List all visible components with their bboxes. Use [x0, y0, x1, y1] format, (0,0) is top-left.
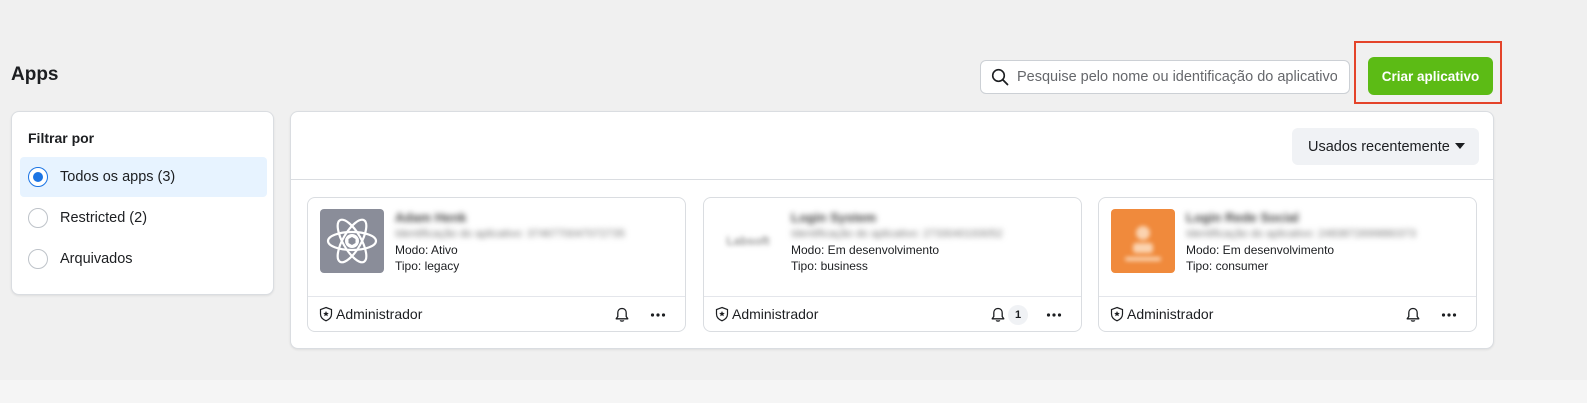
bell-icon[interactable] — [1404, 306, 1422, 324]
role-label: Administrador — [1109, 306, 1213, 322]
app-mode: Modo: Em desenvolvimento — [1186, 243, 1335, 257]
app-info: Adam Henk Identificação do aplicativo: 3… — [395, 210, 675, 274]
app-name: Login Rede Social — [1186, 210, 1299, 225]
sort-dropdown[interactable]: Usados recentemente — [1292, 128, 1479, 165]
page-footer-band — [0, 380, 1587, 403]
app-logo: Labsoft — [726, 234, 770, 248]
divider — [291, 179, 1493, 180]
more-options-icon[interactable] — [649, 306, 667, 324]
filter-title: Filtrar por — [28, 130, 95, 146]
notification-count-badge: 1 — [1008, 305, 1028, 325]
app-card-footer: Administrador — [1099, 297, 1476, 332]
radio-unselected[interactable] — [28, 249, 48, 269]
app-id: Identificação do aplicativo: 24838726998… — [1186, 228, 1416, 240]
bell-icon[interactable] — [613, 306, 631, 324]
filter-option-label: Todos os apps (3) — [60, 169, 176, 185]
bell-icon[interactable] — [989, 306, 1007, 324]
app-name: Login System — [791, 210, 877, 225]
role-text: Administrador — [1127, 306, 1214, 322]
app-card[interactable]: Login Rede Social Identificação do aplic… — [1098, 197, 1477, 332]
role-label: Administrador — [318, 306, 422, 322]
role-label: Administrador — [714, 306, 818, 322]
app-name: Adam Henk — [395, 210, 467, 225]
more-options-icon[interactable] — [1440, 306, 1458, 324]
apps-dashboard: Apps Criar aplicativo Filtrar por Todos … — [0, 0, 1587, 403]
search-icon — [991, 68, 1009, 86]
app-thumbnail — [320, 209, 384, 273]
shield-icon — [714, 306, 730, 322]
filter-option-restricted[interactable]: Restricted (2) — [20, 198, 267, 238]
shield-icon — [1109, 306, 1125, 322]
sort-label: Usados recentemente — [1308, 138, 1450, 155]
app-card[interactable]: Adam Henk Identificação do aplicativo: 3… — [307, 197, 686, 332]
filter-option-label: Arquivados — [60, 251, 133, 267]
role-text: Administrador — [732, 306, 819, 322]
app-card-footer: Administrador — [308, 297, 685, 332]
app-thumbnail: Labsoft — [716, 209, 780, 273]
filter-option-label: Restricted (2) — [60, 210, 148, 226]
app-type: Tipo: legacy — [395, 259, 460, 273]
app-mode: Modo: Ativo — [395, 243, 458, 257]
app-info: Login System Identificação do aplicativo… — [791, 210, 1071, 274]
search-box[interactable] — [980, 60, 1350, 94]
app-id: Identificação do aplicativo: 27330401930… — [791, 228, 1003, 240]
app-logo-icon — [1125, 226, 1161, 261]
filter-option-all-apps[interactable]: Todos os apps (3) — [20, 157, 267, 197]
app-type: Tipo: consumer — [1186, 259, 1269, 273]
shield-icon — [318, 306, 334, 322]
app-card[interactable]: Labsoft Login System Identificação do ap… — [703, 197, 1082, 332]
page-title: Apps — [11, 64, 59, 85]
radio-selected[interactable] — [28, 167, 48, 187]
atom-icon — [326, 218, 378, 264]
caret-down-icon — [1455, 143, 1465, 149]
app-card-footer: Administrador 1 — [704, 297, 1081, 332]
role-text: Administrador — [336, 306, 423, 322]
create-app-button[interactable]: Criar aplicativo — [1368, 57, 1493, 95]
app-type: Tipo: business — [791, 259, 868, 273]
app-id: Identificação do aplicativo: 37467700470… — [395, 228, 625, 240]
app-mode: Modo: Em desenvolvimento — [791, 243, 940, 257]
radio-unselected[interactable] — [28, 208, 48, 228]
search-input[interactable] — [1017, 69, 1337, 85]
filter-panel: Filtrar por Todos os apps (3) Restricted… — [11, 111, 274, 295]
apps-list-panel: Usados recentemente Adam Henk Identifica… — [290, 111, 1494, 349]
filter-option-archived[interactable]: Arquivados — [20, 239, 267, 279]
app-info: Login Rede Social Identificação do aplic… — [1186, 210, 1466, 274]
more-options-icon[interactable] — [1045, 306, 1063, 324]
app-thumbnail — [1111, 209, 1175, 273]
